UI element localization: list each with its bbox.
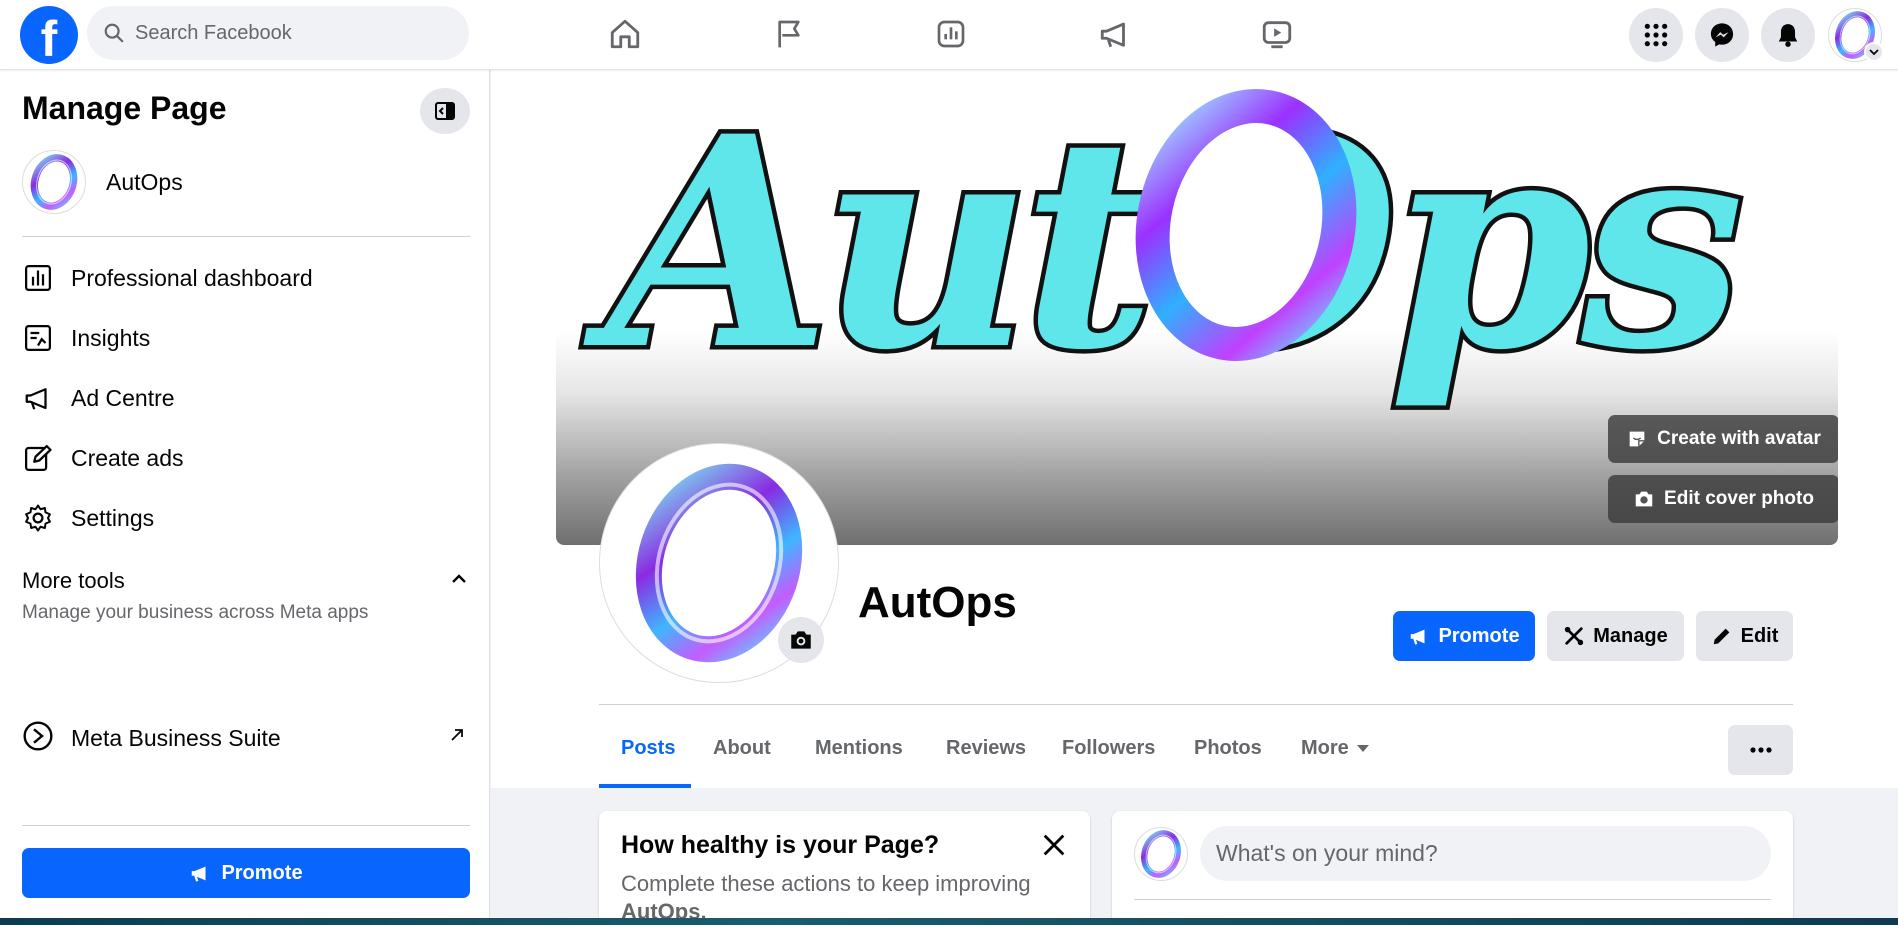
chevron-down-icon[interactable] [1864,42,1884,62]
messenger-icon[interactable] [1695,8,1749,62]
search-box[interactable] [87,6,469,60]
tab-about[interactable]: About [691,725,793,785]
sidebar-item-ad-centre[interactable]: Ad Centre [22,374,470,422]
megaphone-icon [1411,629,1425,645]
edit-label: Edit [1740,624,1779,647]
dashboard-icon [22,262,54,294]
sidebar-page-profile[interactable]: AutOps [22,150,183,214]
sidebar-item-create-ads[interactable]: Create ads [22,434,470,482]
facebook-logo[interactable]: f [20,6,78,64]
ellipsis-icon [1749,747,1772,753]
tools-icon [1565,626,1584,646]
more-options-button[interactable] [1728,725,1793,775]
megaphone-icon [22,382,54,414]
tab-label: More [1301,737,1349,759]
page-title: AutOps [858,578,1017,627]
gear-icon [22,502,54,534]
composer-placeholder: What's on your mind? [1216,840,1438,866]
sidebar-title: Manage Page [22,90,227,126]
sidebar-item-insights[interactable]: Insights [22,314,470,362]
insights-chart-icon[interactable] [926,12,976,56]
meta-business-suite-icon [22,720,54,757]
close-icon[interactable] [1040,831,1068,859]
sidebar-item-label: Professional dashboard [71,264,313,291]
home-icon[interactable] [600,12,650,56]
tab-followers[interactable]: Followers [1040,725,1177,785]
promote-label: Promote [221,861,303,884]
sidebar-item-settings[interactable]: Settings [22,494,470,542]
tab-posts[interactable]: Posts [599,725,697,785]
post-composer-card: What's on your mind? [1112,811,1793,925]
ad-centre-megaphone-icon[interactable] [1090,12,1140,56]
sidebar-promote-button[interactable]: Promote [22,848,470,898]
sidebar-page-name: AutOps [106,168,183,195]
promote-button[interactable]: Promote [1393,611,1535,661]
edit-button[interactable]: Edit [1696,611,1793,661]
avatar-sticker-icon [1629,431,1645,447]
autops-ring-logo-icon [26,154,82,210]
caret-down-icon [1356,745,1369,752]
menu-grid-icon[interactable] [1629,8,1683,62]
megaphone-icon [192,866,206,882]
tab-reviews[interactable]: Reviews [924,725,1048,785]
tab-label: About [713,737,771,759]
notifications-bell-icon[interactable] [1761,8,1815,62]
tab-mentions[interactable]: Mentions [793,725,925,785]
promote-label: Promote [1438,624,1520,647]
page-header-card: AutOps Create with avatar Edit cover pho… [491,70,1898,788]
update-profile-picture-camera-icon[interactable] [778,617,824,663]
manage-page-sidebar: Manage Page AutOps Professional dashboar… [0,70,490,918]
more-tools-title: More tools [22,568,125,593]
health-card-body: Complete these actions to keep improving [621,871,1031,896]
sidebar-item-label: Create ads [71,444,184,471]
search-icon [104,23,124,43]
health-card-title: How healthy is your Page? [621,831,940,859]
tab-label: Photos [1194,737,1262,759]
tab-label: Mentions [815,737,903,759]
search-input[interactable] [135,21,435,45]
sidebar-item-label: Settings [71,504,155,531]
more-tools-section[interactable]: More tools Manage your business across M… [22,568,470,624]
avatar[interactable] [1134,827,1188,881]
divider [1134,899,1771,900]
tab-label: Reviews [946,737,1027,759]
autops-ring-logo-icon [1137,830,1185,878]
manage-button[interactable]: Manage [1547,611,1684,661]
avatar [22,150,86,214]
sidebar-item-meta-business-suite[interactable]: Meta Business Suite [22,714,470,762]
create-with-avatar-button[interactable]: Create with avatar [1608,415,1838,463]
edit-ad-icon [22,442,54,474]
create-with-avatar-label: Create with avatar [1657,428,1821,449]
sidebar-item-label: Meta Business Suite [71,724,281,751]
video-icon[interactable] [1252,12,1302,56]
tab-more[interactable]: More [1279,725,1391,785]
whats-on-your-mind-input[interactable]: What's on your mind? [1200,826,1771,881]
tab-label: Followers [1062,737,1156,759]
edit-cover-photo-button[interactable]: Edit cover photo [1608,475,1838,523]
divider [22,825,470,826]
edit-cover-photo-label: Edit cover photo [1664,488,1814,509]
divider [599,704,1793,705]
page-health-card: How healthy is your Page? Complete these… [599,811,1090,925]
pages-flag-icon[interactable] [764,12,814,56]
pencil-icon [1713,628,1729,645]
camera-icon [1635,491,1653,507]
external-link-arrow-icon [451,729,463,741]
health-card-text: Complete these actions to keep improving… [621,870,1071,925]
sidebar-item-label: Ad Centre [71,384,175,411]
tab-label: Posts [621,737,676,759]
manage-label: Manage [1593,624,1668,647]
divider [22,236,470,237]
collapse-sidebar-icon[interactable] [420,88,470,134]
tab-photos[interactable]: Photos [1172,725,1284,785]
sidebar-item-professional-dashboard[interactable]: Professional dashboard [22,254,470,302]
insights-icon [22,322,54,354]
sidebar-item-label: Insights [71,324,151,351]
more-tools-subtitle: Manage your business across Meta apps [22,602,369,623]
taskbar-edge [0,918,1898,925]
top-navigation-bar: f [0,0,1898,70]
active-tab-indicator [599,784,691,788]
chevron-up-icon[interactable] [450,570,468,588]
